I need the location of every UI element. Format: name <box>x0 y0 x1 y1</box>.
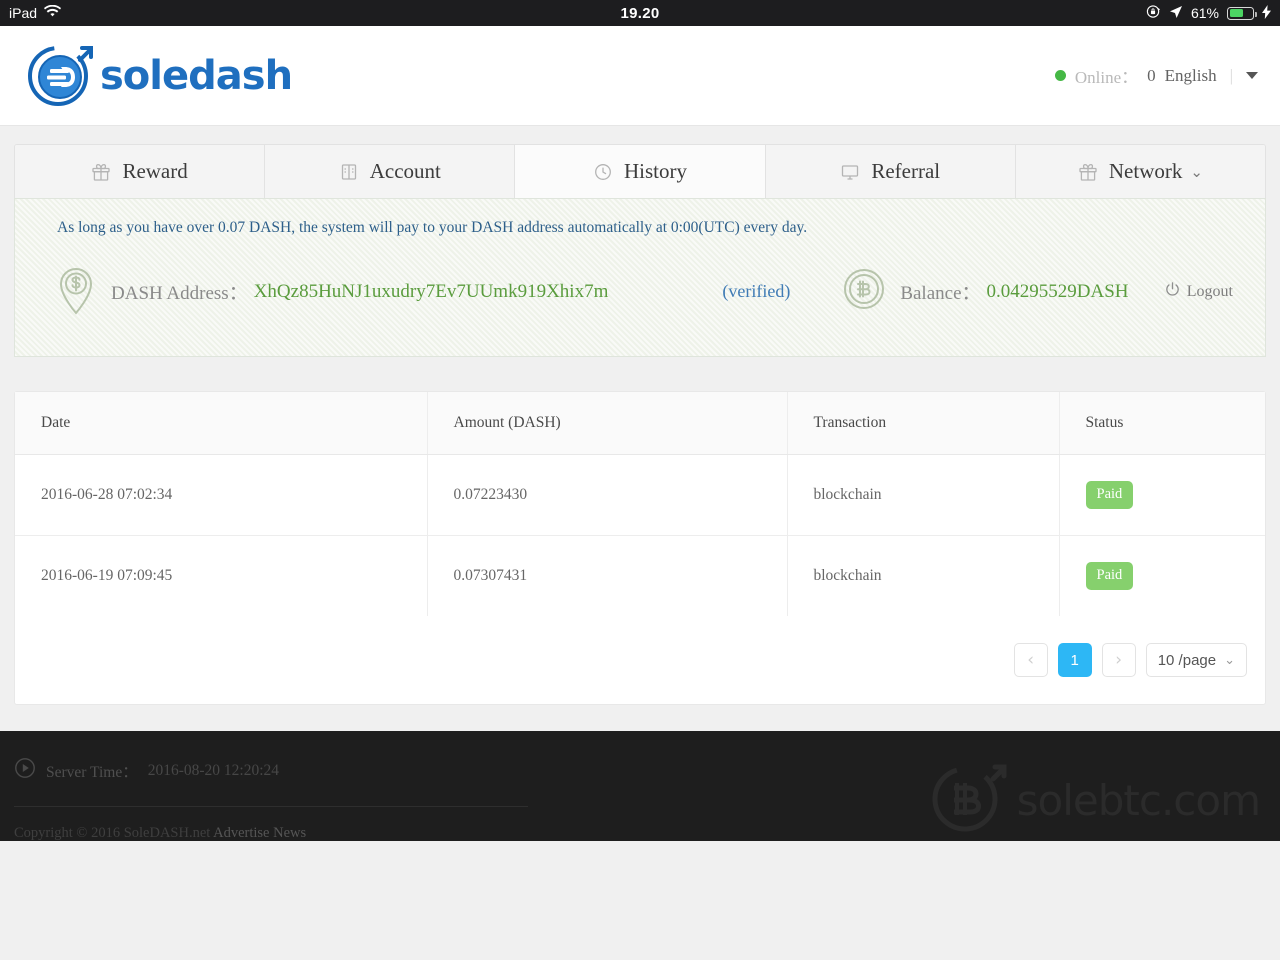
tab-label: Account <box>369 159 441 183</box>
ios-status-bar: iPad 19.20 61% <box>0 0 1280 26</box>
column-header-amount: Amount (DASH) <box>427 392 788 455</box>
logo-text: soledash <box>100 52 293 99</box>
payout-notice: As long as you have over 0.07 DASH, the … <box>57 219 808 236</box>
tab-reward[interactable]: Reward <box>15 145 266 198</box>
balance-label: Balance： <box>900 283 981 304</box>
status-badge: Paid <box>1085 562 1134 590</box>
gift-icon <box>91 162 111 182</box>
table-header-row: Date Amount (DASH) Transaction Status <box>15 392 1265 455</box>
column-header-date: Date <box>15 392 428 455</box>
battery-percent: 61% <box>1190 5 1219 21</box>
verified-badge: (verified) <box>722 281 791 301</box>
tab-referral[interactable]: Referral <box>765 145 1016 198</box>
account-summary-panel: As long as you have over 0.07 DASH, the … <box>14 198 1266 357</box>
pagination-next-button[interactable]: › <box>1101 643 1136 677</box>
tab-label: Reward <box>122 159 188 183</box>
advertise-link[interactable]: Advertise <box>213 825 269 841</box>
site-header: soledash Online： 0 English | <box>0 26 1280 126</box>
dash-address-value[interactable]: XhQz85HuNJ1uxudry7Ev7UUmk919Xhix7m <box>254 281 609 303</box>
balance-value: 0.04295529DASH <box>986 280 1129 302</box>
site-footer: Server Time： 2016-08-20 12:20:24 Copyrig… <box>0 731 1280 841</box>
cell-amount: 0.07223430 <box>427 454 788 536</box>
bitcoin-circle-logo-icon <box>927 753 1011 841</box>
lightning-bolt-icon <box>1262 4 1271 22</box>
header-status-area: Online： 0 English | <box>1054 63 1280 88</box>
logout-label: Logout <box>1186 282 1233 300</box>
copyright-text: Copyright © 2016 SoleDASH.net <box>14 825 211 841</box>
table-head: Date Amount (DASH) Transaction Status <box>15 392 1265 455</box>
main-nav-tabs: Reward Account History Referral Network … <box>14 144 1266 198</box>
online-count: 0 <box>1147 65 1156 85</box>
online-label: Online： <box>1074 68 1139 87</box>
cell-transaction[interactable]: blockchain <box>787 454 1060 536</box>
dash-address-label: DASH Address： <box>111 283 248 304</box>
column-header-transaction: Transaction <box>787 392 1060 455</box>
language-selector[interactable]: English <box>1165 66 1217 86</box>
chevron-down-icon[interactable] <box>1246 72 1258 79</box>
server-time-value: 2016-08-20 12:20:24 <box>147 761 280 779</box>
history-table: Date Amount (DASH) Transaction Status 20… <box>15 392 1265 616</box>
account-details-row: DASH Address： XhQz85HuNJ1uxudry7Ev7UUmk9… <box>15 255 1265 356</box>
tab-account[interactable]: Account <box>265 145 516 198</box>
status-badge: Paid <box>1085 481 1134 509</box>
soledash-coin-logo-icon <box>24 36 98 115</box>
page-size-label: 10 /page <box>1157 651 1217 669</box>
play-circle-icon <box>14 757 36 784</box>
pagination: ‹ 1 › 10 /page ⌄ <box>15 616 1265 704</box>
pagination-prev-button[interactable]: ‹ <box>1013 643 1048 677</box>
column-header-status: Status <box>1059 392 1265 455</box>
page-content: Reward Account History Referral Network … <box>0 144 1280 705</box>
cell-date: 2016-06-19 07:09:45 <box>15 535 428 616</box>
history-table-card: Date Amount (DASH) Transaction Status 20… <box>14 391 1266 705</box>
header-separator: | <box>1229 65 1233 85</box>
clock-icon <box>593 162 613 182</box>
bitcoin-circle-icon <box>842 267 886 316</box>
logout-button[interactable]: Logout <box>1164 281 1233 303</box>
table-body: 2016-06-28 07:02:34 0.07223430 blockchai… <box>15 454 1265 617</box>
tab-label: History <box>624 159 687 183</box>
server-time-label: Server Time： <box>46 763 138 781</box>
online-status-dot <box>1054 70 1066 81</box>
gift-icon <box>1078 162 1098 182</box>
chevron-down-icon[interactable]: ⌄ <box>1190 163 1203 181</box>
watermark-text: solebtc.com <box>1016 775 1261 825</box>
pagination-page-1[interactable]: 1 <box>1057 643 1092 677</box>
cell-status: Paid <box>1059 454 1265 536</box>
cell-amount: 0.07307431 <box>427 535 788 616</box>
chevron-down-icon: ⌄ <box>1224 652 1235 668</box>
solebtc-watermark: solebtc.com <box>927 753 1261 841</box>
tab-network[interactable]: Network ⌄ <box>1015 145 1265 198</box>
dollar-pin-icon <box>55 263 97 320</box>
cell-transaction[interactable]: blockchain <box>787 535 1060 616</box>
table-row[interactable]: 2016-06-19 07:09:45 0.07307431 blockchai… <box>15 535 1265 617</box>
site-logo[interactable]: soledash <box>0 36 293 115</box>
tab-history[interactable]: History <box>515 145 766 198</box>
power-icon <box>1164 281 1181 303</box>
location-arrow-icon <box>1169 5 1183 22</box>
cell-date: 2016-06-28 07:02:34 <box>15 454 428 536</box>
rotation-lock-icon <box>1146 4 1161 22</box>
status-bar-right: 61% <box>1146 4 1280 22</box>
page-size-selector[interactable]: 10 /page ⌄ <box>1145 643 1247 677</box>
tab-label: Network <box>1108 159 1183 183</box>
status-bar-clock: 19.20 <box>620 4 660 22</box>
monitor-icon <box>840 162 860 182</box>
news-link[interactable]: News <box>273 825 306 841</box>
cell-status: Paid <box>1059 536 1265 617</box>
tab-label: Referral <box>871 159 941 183</box>
book-icon <box>339 162 359 182</box>
table-row[interactable]: 2016-06-28 07:02:34 0.07223430 blockchai… <box>15 454 1265 536</box>
battery-icon <box>1227 6 1257 20</box>
